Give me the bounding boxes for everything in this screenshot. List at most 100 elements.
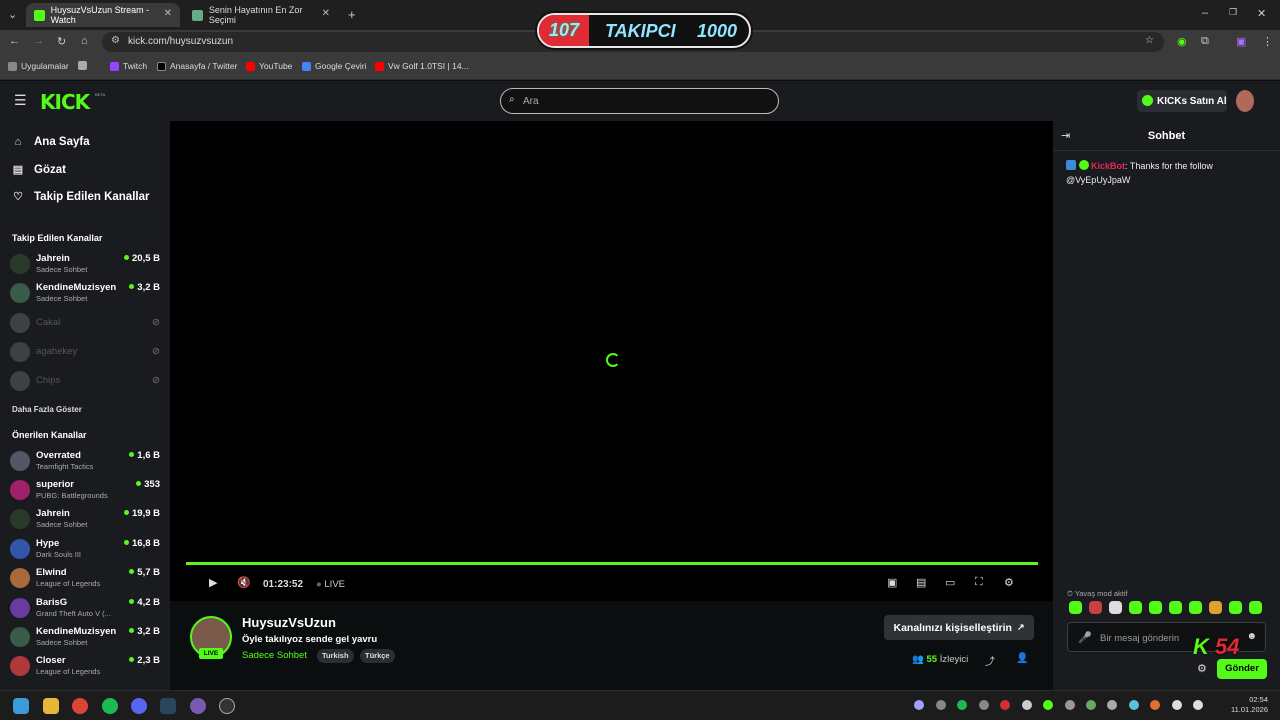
obs-icon[interactable]: [219, 698, 235, 714]
mini-player-icon[interactable]: ▤: [916, 576, 926, 589]
tray-icon[interactable]: [1086, 700, 1096, 710]
profile-icon[interactable]: ▣: [1236, 35, 1246, 48]
bookmark-apps[interactable]: Uygulamalar: [8, 61, 69, 71]
pip-icon[interactable]: ▣: [887, 576, 897, 589]
menu-dots-icon[interactable]: ⋮: [1262, 35, 1273, 48]
tray-icon[interactable]: [979, 700, 989, 710]
emote-icon[interactable]: [1149, 601, 1162, 614]
share-icon[interactable]: ⤴: [985, 653, 995, 668]
menu-hamburger-icon[interactable]: ☰: [14, 92, 27, 109]
fullscreen-icon[interactable]: ⛶: [975, 576, 983, 589]
back-icon[interactable]: ←: [9, 35, 20, 47]
bookmark-translate[interactable]: Google Çeviri: [302, 61, 367, 71]
reload-icon[interactable]: ↻: [57, 35, 66, 48]
close-window-icon[interactable]: ✕: [1257, 7, 1266, 20]
tray-icon[interactable]: [1000, 700, 1010, 710]
nav-browse[interactable]: ▤ Gözat: [12, 163, 66, 177]
bookmark-star-icon[interactable]: ☆: [1145, 35, 1154, 46]
tray-icon[interactable]: [1022, 700, 1032, 710]
site-info-icon[interactable]: ⚙: [111, 35, 120, 46]
sidebar-channel-kendinemuzisyen[interactable]: KendineMuzisyen Sadece Sohbet 3,2 B: [10, 279, 160, 307]
forward-icon[interactable]: →: [33, 35, 44, 47]
tray-icon[interactable]: [1150, 700, 1160, 710]
sidebar-channel-barisg[interactable]: BarisG Grand Theft Auto V (... 4,2 B: [10, 594, 160, 622]
follow-user-icon[interactable]: 👤: [1016, 653, 1028, 664]
bookmark-vw-golf[interactable]: Vw Golf 1.0TSI | 14...: [375, 61, 469, 71]
bookmark-twitch[interactable]: Twitch: [110, 61, 147, 71]
extension-icon[interactable]: ◉: [1177, 35, 1187, 48]
sidebar-channel-overrated[interactable]: Overrated Teamfight Tactics 1,6 B: [10, 447, 160, 475]
tray-icon[interactable]: [1107, 700, 1117, 710]
close-tab-icon[interactable]: ✕: [322, 8, 330, 19]
windows-start-icon[interactable]: [13, 698, 29, 714]
emote-icon[interactable]: [1209, 601, 1222, 614]
user-avatar[interactable]: [1236, 90, 1254, 112]
tag-turkce[interactable]: Türkçe: [360, 649, 395, 663]
video-progress-bar[interactable]: [186, 562, 1038, 565]
chat-settings-gear-icon[interactable]: ⚙: [1197, 662, 1207, 675]
emote-icon[interactable]: [1229, 601, 1242, 614]
minimize-icon[interactable]: –: [1202, 7, 1208, 19]
emoji-picker-icon[interactable]: ☻: [1246, 631, 1257, 642]
sidebar-channel-closer[interactable]: Closer League of Legends 2,3 B: [10, 652, 160, 680]
kick-logo[interactable]: KICK: [40, 90, 90, 114]
bookmark-twitter[interactable]: Anasayfa / Twitter: [157, 61, 237, 71]
tray-icon[interactable]: [914, 700, 924, 710]
close-tab-icon[interactable]: ✕: [164, 8, 172, 19]
search-input[interactable]: ⌕ Ara: [500, 88, 779, 114]
sidebar-channel-agahekey[interactable]: agahekey ⊘: [10, 338, 160, 366]
bookmark-youtube[interactable]: YouTube: [246, 61, 292, 71]
chat-username[interactable]: KickBot: [1091, 161, 1125, 171]
discord-icon[interactable]: [131, 698, 147, 714]
emote-icon[interactable]: [1129, 601, 1142, 614]
channel-name[interactable]: HuysuzVsUzun: [242, 615, 336, 630]
settings-gear-icon[interactable]: ⚙: [1004, 576, 1014, 589]
nav-following[interactable]: ♡ Takip Edilen Kanallar: [12, 190, 149, 204]
emote-icon[interactable]: [1089, 601, 1102, 614]
browser-tab-youtube[interactable]: Senin Hayatının En Zor Seçimi ✕: [184, 3, 338, 27]
sidebar-channel-elwind[interactable]: Elwind League of Legends 5,7 B: [10, 564, 160, 592]
nav-home[interactable]: ⌂ Ana Sayfa: [12, 136, 90, 148]
microphone-tray-icon[interactable]: [1172, 700, 1182, 710]
tray-icon[interactable]: [936, 700, 946, 710]
sidebar-channel-hype[interactable]: Hype Dark Souls III 16,8 B: [10, 535, 160, 563]
emote-icon[interactable]: [1189, 601, 1202, 614]
play-icon[interactable]: ▶: [209, 576, 217, 589]
mute-icon[interactable]: 🔇: [237, 576, 251, 589]
system-clock[interactable]: 02:54 11.01.2026: [1226, 695, 1268, 715]
emote-icon[interactable]: [1069, 601, 1082, 614]
bookmark-grid[interactable]: [78, 61, 91, 70]
tray-icon[interactable]: [957, 700, 967, 710]
file-explorer-icon[interactable]: [43, 698, 59, 714]
extensions-puzzle-icon[interactable]: ⧉: [1201, 35, 1209, 48]
new-tab-icon[interactable]: +: [348, 7, 356, 22]
sidebar-channel-cakal[interactable]: Cakal ⊘: [10, 309, 160, 337]
home-icon[interactable]: ⌂: [81, 35, 88, 47]
send-message-button[interactable]: Gönder: [1217, 659, 1267, 679]
tag-turkish[interactable]: Turkish: [317, 649, 354, 663]
tray-icon[interactable]: [1065, 700, 1075, 710]
customize-channel-button[interactable]: Kanalınızı kişiselleştirin ↗: [884, 615, 1034, 640]
tray-icon[interactable]: [1043, 700, 1053, 710]
video-player[interactable]: ▶ 🔇 01:23:52 ● LIVE ▣ ▤ ▭ ⛶ ⚙: [170, 121, 1053, 601]
buy-kicks-button[interactable]: KICKs Satın Al: [1137, 90, 1227, 112]
emote-icon[interactable]: [1249, 601, 1262, 614]
show-more-link[interactable]: Daha Fazla Göster: [12, 405, 82, 414]
emote-icon[interactable]: [1109, 601, 1122, 614]
spotify-icon[interactable]: [102, 698, 118, 714]
maximize-icon[interactable]: ❐: [1229, 7, 1237, 18]
steam-icon[interactable]: [160, 698, 176, 714]
sidebar-channel-jahrein-rec[interactable]: Jahrein Sadece Sohbet 19,9 B: [10, 505, 160, 533]
sidebar-channel-kendinemuzisyen-rec[interactable]: KendineMuzisyen Sadece Sohbet 3,2 B: [10, 623, 160, 651]
sidebar-channel-jahrein[interactable]: Jahrein Sadece Sohbet 20,5 B: [10, 250, 160, 278]
microphone-icon[interactable]: 🎤: [1078, 631, 1092, 644]
sidebar-channel-chips[interactable]: Chips ⊘: [10, 367, 160, 395]
app-icon[interactable]: [190, 698, 206, 714]
theater-mode-icon[interactable]: ▭: [945, 576, 955, 589]
volume-icon[interactable]: [1193, 700, 1203, 710]
stream-category[interactable]: Sadece Sohbet: [242, 650, 307, 661]
tab-search-icon[interactable]: ⌄: [8, 8, 17, 21]
emote-icon[interactable]: [1169, 601, 1182, 614]
chrome-icon[interactable]: [72, 698, 88, 714]
sidebar-channel-superior[interactable]: superior PUBG: Battlegrounds 353: [10, 476, 160, 504]
